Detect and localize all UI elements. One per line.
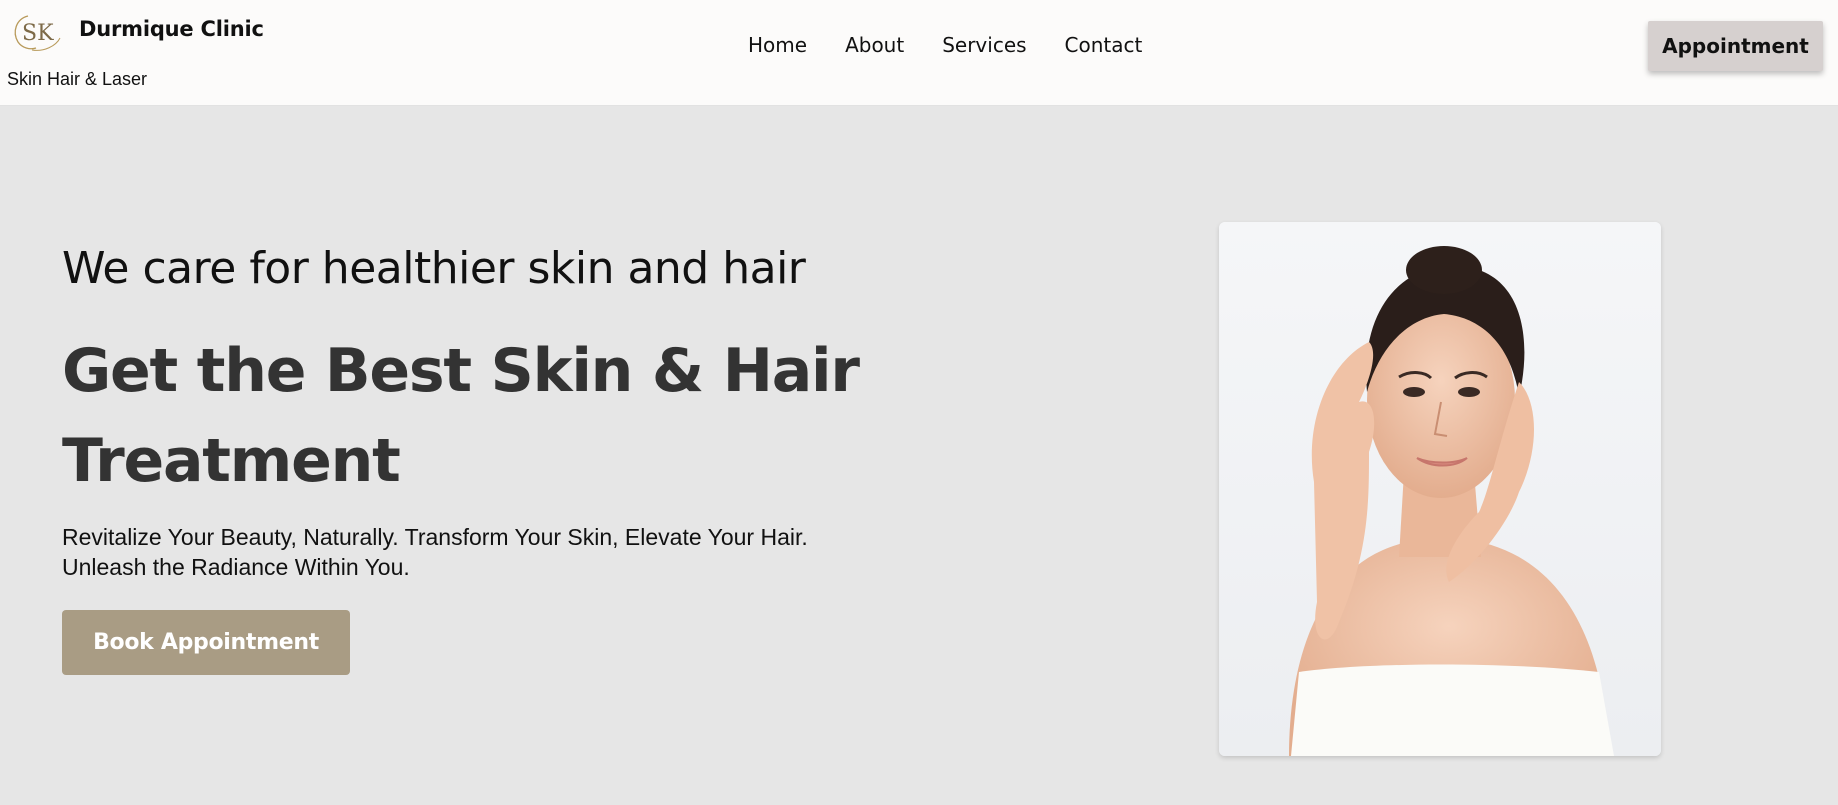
hero-description: Revitalize Your Beauty, Naturally. Trans… (62, 522, 862, 582)
hero-description-line-1: Revitalize Your Beauty, Naturally. Trans… (62, 524, 808, 550)
book-appointment-button[interactable]: Book Appointment (62, 610, 350, 675)
nav-about-link[interactable]: About (845, 33, 904, 57)
hero-subtitle: We care for healthier skin and hair (62, 243, 806, 294)
site-header: SK Durmique Clinic Skin Hair & Laser Hom… (0, 0, 1838, 106)
sk-monogram-icon: SK (14, 14, 61, 51)
nav-services-link[interactable]: Services (942, 33, 1026, 57)
brand-tagline: Skin Hair & Laser (7, 69, 148, 89)
nav-contact-link[interactable]: Contact (1065, 33, 1143, 57)
clinic-logo[interactable]: SK (7, 8, 67, 55)
main-nav: Home About Services Contact (748, 33, 1142, 57)
appointment-button[interactable]: Appointment (1648, 21, 1823, 71)
logo-text: SK (22, 21, 54, 46)
woman-portrait-image (1219, 222, 1661, 756)
hero-title: Get the Best Skin & Hair Treatment (62, 336, 860, 496)
hero-description-line-2: Unleash the Radiance Within You. (62, 554, 410, 580)
nav-home-link[interactable]: Home (748, 33, 807, 57)
brand-name: Durmique Clinic (79, 17, 264, 41)
hero-photo (1219, 222, 1661, 756)
